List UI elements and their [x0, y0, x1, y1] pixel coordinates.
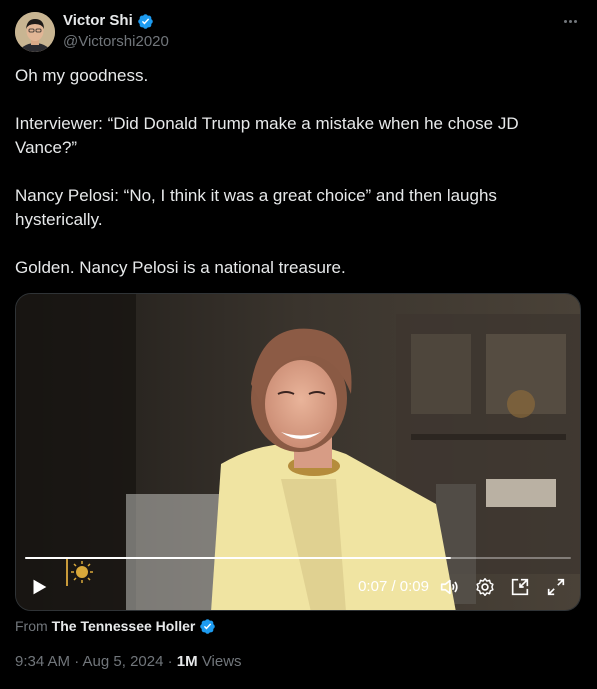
verified-badge-icon [200, 618, 216, 634]
video-frame [16, 294, 580, 610]
verified-badge-icon [137, 13, 153, 29]
views-count: 1M [176, 653, 198, 670]
author-info: Victor Shi @Victorshi2020 [63, 12, 169, 51]
tweet-paragraph: Interviewer: “Did Donald Trump make a mi… [15, 114, 519, 157]
tweet-meta: 9:34 AM · Aug 5, 2024 · 1M Views [15, 653, 242, 671]
video-controls: 0:07 / 0:09 [16, 572, 580, 602]
tweet-paragraph: Golden. Nancy Pelosi is a national treas… [15, 258, 346, 277]
author-display-name[interactable]: Victor Shi [63, 12, 133, 30]
avatar[interactable] [15, 12, 55, 52]
video-time: 0:07 / 0:09 [358, 578, 429, 595]
author-handle[interactable]: @Victorshi2020 [63, 33, 169, 51]
more-dot-icon [563, 19, 567, 23]
video-player[interactable]: 0:07 / 0:09 [15, 293, 581, 611]
tweet-card: Victor Shi @Victorshi2020 Oh my goodness… [0, 0, 597, 689]
more-dot-icon [568, 19, 572, 23]
picture-in-picture-icon[interactable] [509, 576, 531, 598]
meta-separator: · [163, 653, 177, 670]
video-progress-fill [25, 557, 451, 559]
tweet-timestamp[interactable]: 9:34 AM · Aug 5, 2024 [15, 653, 163, 670]
tweet-paragraph: Nancy Pelosi: “No, I think it was a grea… [15, 186, 497, 229]
play-icon[interactable] [28, 576, 50, 598]
tweet-paragraph: Oh my goodness. [15, 66, 149, 85]
from-label: From [15, 618, 48, 634]
avatar-image [15, 12, 55, 52]
video-progress-bar[interactable] [25, 557, 571, 559]
volume-icon[interactable] [438, 576, 460, 598]
tweet-text: Oh my goodness. Interviewer: “Did Donald… [15, 64, 575, 280]
source-account-link[interactable]: The Tennessee Holler [52, 617, 196, 635]
views-label: Views [201, 653, 242, 670]
settings-gear-icon[interactable] [474, 576, 496, 598]
more-options-button[interactable] [559, 12, 581, 30]
more-dot-icon [573, 19, 577, 23]
video-source: From The Tennessee Holler [15, 617, 216, 635]
fullscreen-icon[interactable] [545, 576, 567, 598]
